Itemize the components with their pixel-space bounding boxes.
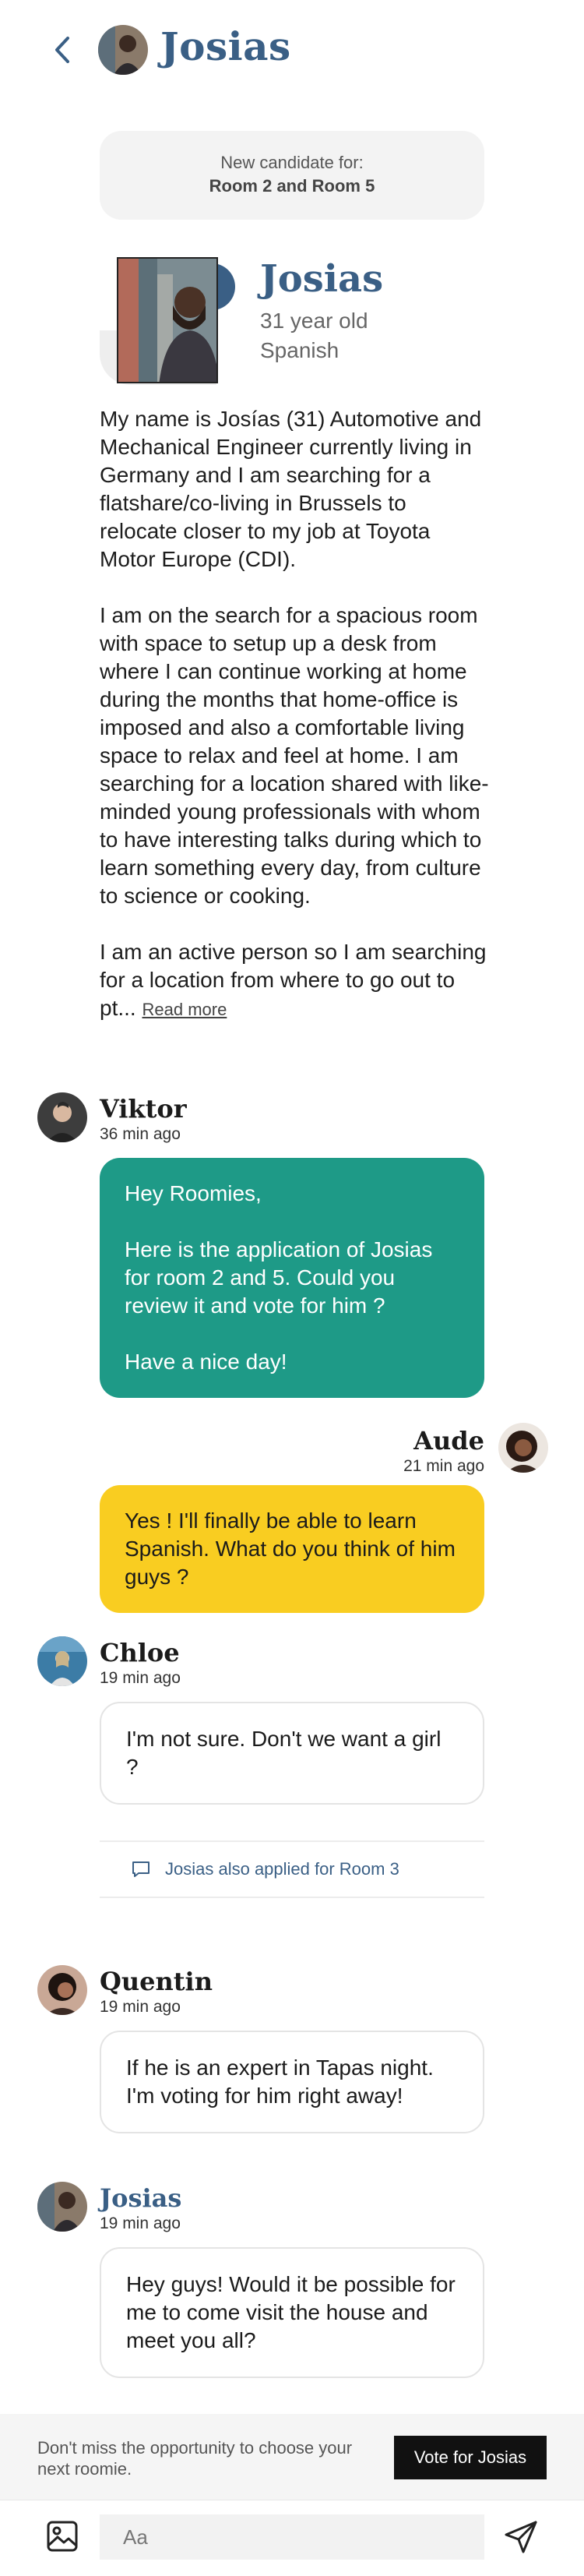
candidate-bio: My name is Josías (31) Automotive and Me… — [100, 405, 489, 1024]
bio-paragraph: My name is Josías (31) Automotive and Me… — [100, 407, 482, 571]
chloe-avatar[interactable] — [37, 1636, 87, 1686]
josias-avatar[interactable] — [37, 2182, 87, 2232]
message-bubble: Hey Roomies, Here is the application of … — [100, 1158, 484, 1398]
notice-rooms: Room 2 and Room 5 — [209, 176, 375, 196]
message-bubble: If he is an expert in Tapas night. I'm v… — [100, 2031, 484, 2133]
message-sender: Viktor 36 min ago — [100, 1094, 187, 1143]
candidate-age: 31 year old — [260, 309, 368, 333]
message-sender: Quentin 19 min ago — [100, 1967, 213, 2016]
candidate-nationality: Spanish — [260, 338, 339, 362]
chat-header: Josias — [0, 0, 584, 101]
new-candidate-notice: New candidate for: Room 2 and Room 5 — [100, 131, 484, 220]
bio-paragraph: I am an active person so I am searching … — [100, 940, 487, 1020]
composer — [0, 2500, 584, 2576]
vote-prompt: Don't miss the opportunity to choose you… — [37, 2438, 353, 2479]
quentin-avatar[interactable] — [37, 1965, 87, 2015]
read-more-link[interactable]: Read more — [142, 1000, 227, 1019]
back-button[interactable] — [47, 34, 78, 65]
message-input[interactable] — [100, 2514, 484, 2560]
candidate-photo[interactable] — [117, 257, 218, 383]
also-applied-notice[interactable]: Josias also applied for Room 3 — [100, 1840, 484, 1898]
vote-bar: Don't miss the opportunity to choose you… — [0, 2414, 584, 2500]
message-bubble: Hey guys! Would it be possible for me to… — [100, 2247, 484, 2378]
image-icon[interactable] — [44, 2518, 81, 2555]
message-sender: Chloe 19 min ago — [100, 1638, 181, 1687]
notice-label: New candidate for: — [220, 153, 364, 172]
viktor-avatar[interactable] — [37, 1092, 87, 1142]
send-icon[interactable] — [501, 2518, 540, 2557]
comment-icon — [132, 1861, 150, 1877]
vote-button[interactable]: Vote for Josias — [394, 2436, 547, 2479]
message-sender: Josias 19 min ago — [100, 2183, 182, 2232]
page-title: Josias — [160, 23, 291, 69]
message-bubble: I'm not sure. Don't we want a girl ? — [100, 1702, 484, 1805]
bio-paragraph: I am on the search for a spacious room w… — [100, 603, 489, 908]
message-bubble: Yes ! I'll finally be able to learn Span… — [100, 1485, 484, 1613]
also-applied-text: Josias also applied for Room 3 — [165, 1859, 399, 1879]
candidate-name: Josias — [260, 257, 384, 301]
aude-avatar[interactable] — [498, 1423, 548, 1473]
chevron-left-icon — [55, 37, 69, 63]
message-sender: Aude 21 min ago — [403, 1426, 484, 1475]
header-avatar[interactable] — [98, 25, 148, 75]
